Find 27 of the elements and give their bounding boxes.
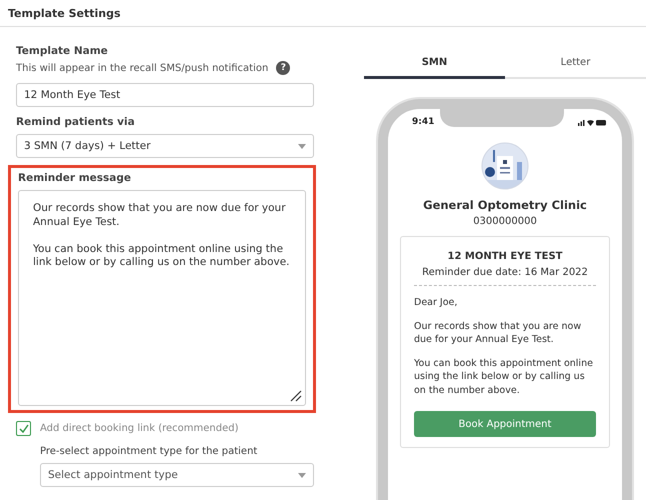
checkbox[interactable]: [16, 421, 31, 436]
message-title: 12 MONTH EYE TEST: [448, 251, 562, 262]
help-icon[interactable]: ?: [276, 61, 290, 75]
message-text: You can book this appointment online using the link below or by calling us on the number above.: [414, 356, 594, 397]
caret-icon: [298, 144, 306, 148]
remind-via-dropdown[interactable]: 3 SMN (7 days) + Letter: [16, 134, 314, 158]
caret-icon: [298, 472, 306, 478]
appointment-type-dropdown[interactable]: Select appointment type: [40, 463, 314, 487]
message-text: Our records show that you are now due for your Annual Eye Test.: [414, 320, 582, 346]
status-time: 9:41: [412, 117, 434, 127]
status-icons-icon: [578, 118, 606, 126]
message-text: Dear Joe,: [414, 296, 458, 310]
template-name-field[interactable]: 12 Month Eye Test: [16, 83, 314, 107]
checkbox-label: Add direct booking link (recommended): [40, 423, 238, 434]
resize-grip-icon: [290, 390, 302, 402]
clinic-phone: 0300000000: [473, 216, 537, 227]
help-text: This will appear in the recall SMS/push notification: [16, 62, 268, 74]
field-label: Template Name: [16, 45, 108, 57]
field-label: Remind patients via: [16, 116, 135, 128]
message-field[interactable]: Our records show that you are now due for your Annual Eye Test. You can book this appointment online using the link below or by calling us on the number above.: [18, 190, 306, 406]
field-label: Reminder message: [18, 172, 131, 184]
page-title: Template Settings: [8, 6, 121, 20]
field-label: Pre-select appointment type for the patient: [40, 446, 258, 457]
tab[interactable]: SMN: [364, 53, 505, 79]
tab[interactable]: Letter: [505, 53, 646, 79]
clinic-name: General Optometry Clinic: [423, 198, 587, 212]
due-date: Reminder due date: 16 Mar 2022: [422, 267, 588, 278]
